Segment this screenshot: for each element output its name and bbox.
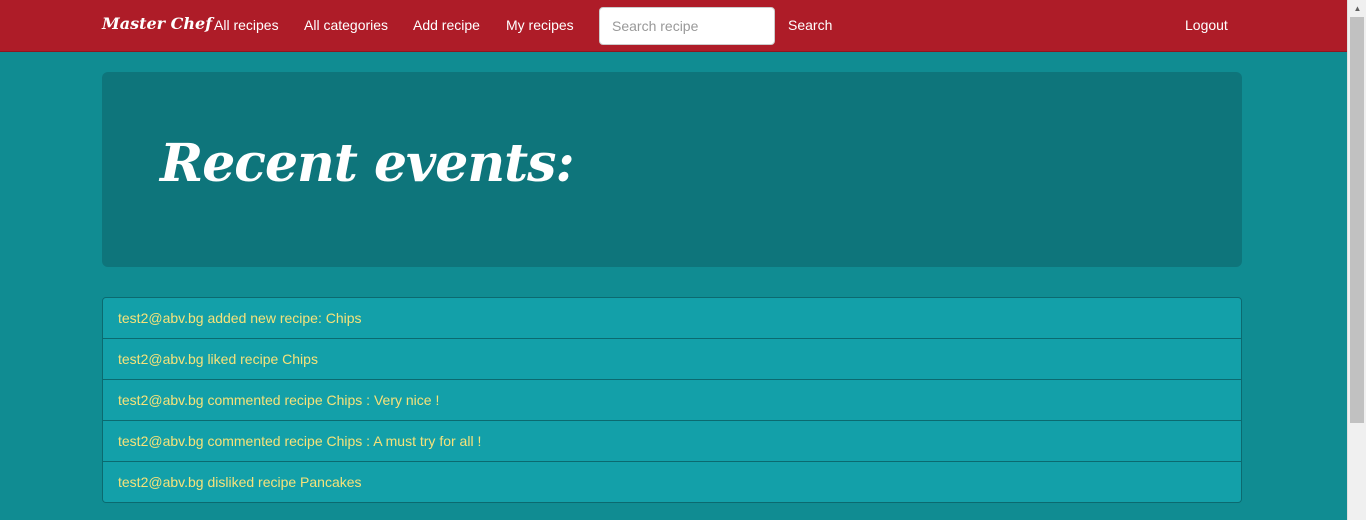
events-list: test2@abv.bg added new recipe: Chips tes…	[102, 297, 1242, 503]
page-title: Recent events:	[160, 133, 575, 194]
nav-all-categories[interactable]: All categories	[304, 17, 388, 33]
vertical-scrollbar[interactable]: ▲	[1347, 0, 1366, 520]
nav-add-recipe[interactable]: Add recipe	[413, 17, 480, 33]
search-button[interactable]: Search	[788, 17, 832, 33]
recent-events-header: Recent events:	[102, 72, 1242, 267]
event-item: test2@abv.bg commented recipe Chips : A …	[103, 421, 1241, 462]
scroll-up-arrow-icon[interactable]: ▲	[1348, 0, 1366, 17]
event-item: test2@abv.bg commented recipe Chips : Ve…	[103, 380, 1241, 421]
nav-all-recipes[interactable]: All recipes	[214, 17, 279, 33]
top-navbar: Master Chef All recipes All categories A…	[0, 0, 1347, 52]
logout-link[interactable]: Logout	[1185, 17, 1228, 33]
nav-my-recipes[interactable]: My recipes	[506, 17, 574, 33]
brand-logo[interactable]: Master Chef	[102, 14, 212, 33]
scrollbar-thumb[interactable]	[1350, 17, 1364, 423]
event-item: test2@abv.bg liked recipe Chips	[103, 339, 1241, 380]
event-item: test2@abv.bg disliked recipe Pancakes	[103, 462, 1241, 502]
search-input[interactable]	[599, 7, 775, 45]
event-item: test2@abv.bg added new recipe: Chips	[103, 298, 1241, 339]
